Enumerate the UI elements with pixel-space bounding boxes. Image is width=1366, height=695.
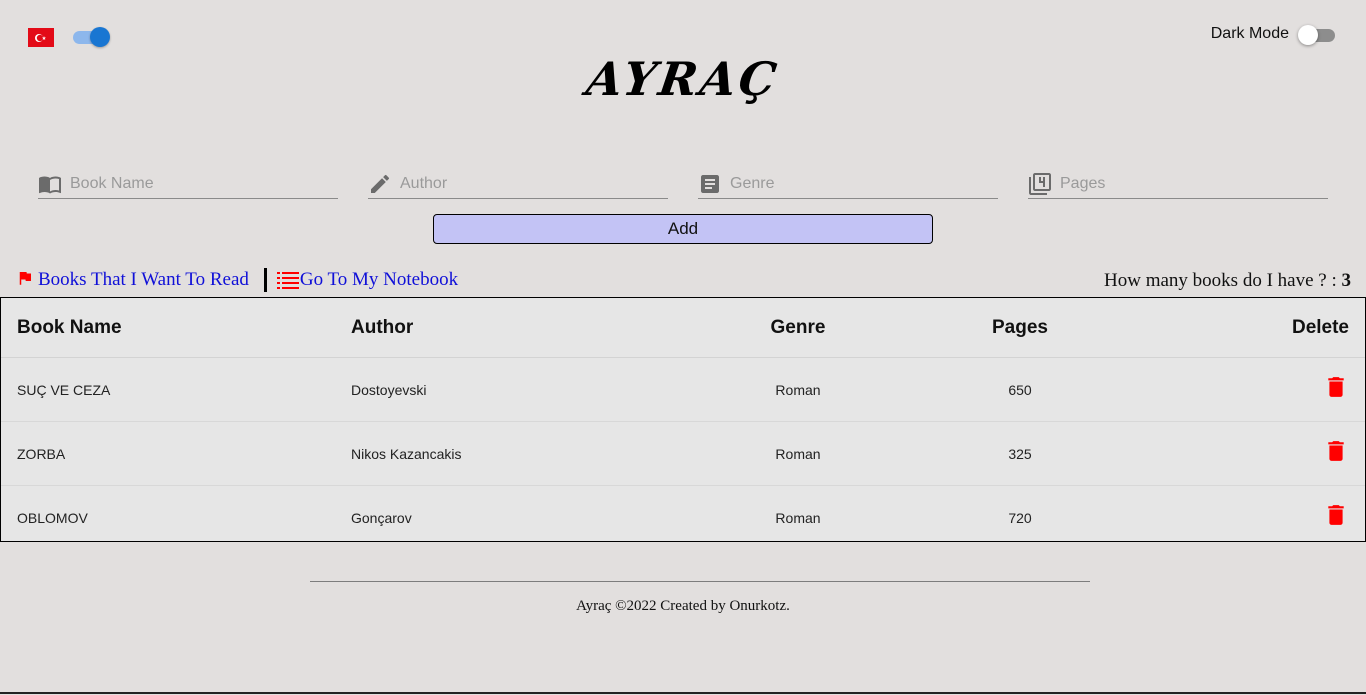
header-delete: Delete xyxy=(1126,298,1365,358)
nav-links: Books That I Want To Read Go To My Noteb… xyxy=(16,268,458,292)
cell-delete xyxy=(1126,486,1365,550)
table-row: ZORBA Nikos Kazancakis Roman 325 xyxy=(1,421,1365,486)
author-input[interactable] xyxy=(400,175,650,193)
trash-icon[interactable] xyxy=(1327,376,1345,398)
bottom-border xyxy=(0,692,1366,694)
dark-mode-toggle-knob xyxy=(1298,25,1318,45)
book-count: How many books do I have ? : 3 xyxy=(1104,270,1351,292)
genre-input[interactable] xyxy=(730,175,980,193)
books-table: Book Name Author Genre Pages Delete SUÇ … xyxy=(0,297,1366,542)
footer: Ayraç ©2022 Created by Onurkotz. xyxy=(0,598,1366,615)
table-header-row: Book Name Author Genre Pages Delete xyxy=(1,298,1365,358)
header-genre: Genre xyxy=(682,298,914,358)
book-count-label: How many books do I have ? : xyxy=(1104,270,1337,291)
book-icon xyxy=(38,172,62,196)
cell-author: Dostoyevski xyxy=(350,357,682,422)
cell-author: Gonçarov xyxy=(351,509,412,526)
cell-pages: 720 xyxy=(1008,509,1032,526)
turkey-flag-icon[interactable] xyxy=(28,28,54,47)
cell-delete xyxy=(1126,357,1365,422)
pencil-icon xyxy=(368,172,392,196)
flag-icon xyxy=(19,272,31,285)
trash-icon[interactable] xyxy=(1327,504,1345,526)
header-book-name: Book Name xyxy=(1,298,350,358)
language-toggle-knob xyxy=(90,27,110,47)
genre-field xyxy=(698,170,998,199)
language-toggle[interactable] xyxy=(73,27,111,47)
cell-book-name: SUÇ VE CEZA xyxy=(1,357,350,422)
trash-icon[interactable] xyxy=(1327,440,1345,462)
want-to-read-label: Books That I Want To Read xyxy=(38,269,249,290)
book-name-field xyxy=(38,170,338,199)
article-icon xyxy=(698,172,722,196)
notebook-label: Go To My Notebook xyxy=(299,269,459,290)
cell-author: Nikos Kazancakis xyxy=(350,421,682,486)
footer-text: Ayraç ©2022 Created by Onurkotz. xyxy=(576,598,790,614)
header-pages: Pages xyxy=(914,298,1126,358)
author-field xyxy=(368,170,668,199)
want-to-read-link[interactable]: Books That I Want To Read xyxy=(16,269,249,291)
book-count-value: 3 xyxy=(1341,270,1352,291)
table-row: SUÇ VE CEZA Dostoyevski Roman 650 xyxy=(1,357,1365,422)
logo-text: AYRAÇ xyxy=(583,52,783,106)
pages-field xyxy=(1028,170,1328,199)
cell-genre: Roman xyxy=(682,357,914,422)
footer-divider xyxy=(310,581,1090,582)
cell-genre: Roman xyxy=(682,421,914,486)
cell-book-name: OBLOMOV xyxy=(17,509,88,526)
list-icon xyxy=(276,272,299,289)
book-name-input[interactable] xyxy=(70,175,320,193)
link-separator xyxy=(263,268,267,292)
notebook-link[interactable]: Go To My Notebook xyxy=(276,269,459,291)
header-author: Author xyxy=(350,298,682,358)
pages-input[interactable] xyxy=(1060,175,1310,193)
add-button[interactable]: Add xyxy=(433,214,933,244)
dark-mode-label: Dark Mode xyxy=(1210,25,1289,42)
dark-mode-toggle[interactable] xyxy=(1298,25,1336,45)
table-row: OBLOMOV Gonçarov Roman 720 xyxy=(1,486,1365,550)
logo: AYRAÇ xyxy=(0,52,1366,106)
cell-delete xyxy=(1126,421,1365,486)
cell-genre: Roman xyxy=(775,509,821,526)
cell-book-name: ZORBA xyxy=(1,421,350,486)
cell-pages: 650 xyxy=(914,357,1126,422)
cell-pages: 325 xyxy=(914,421,1126,486)
filter-4-icon xyxy=(1028,172,1052,196)
